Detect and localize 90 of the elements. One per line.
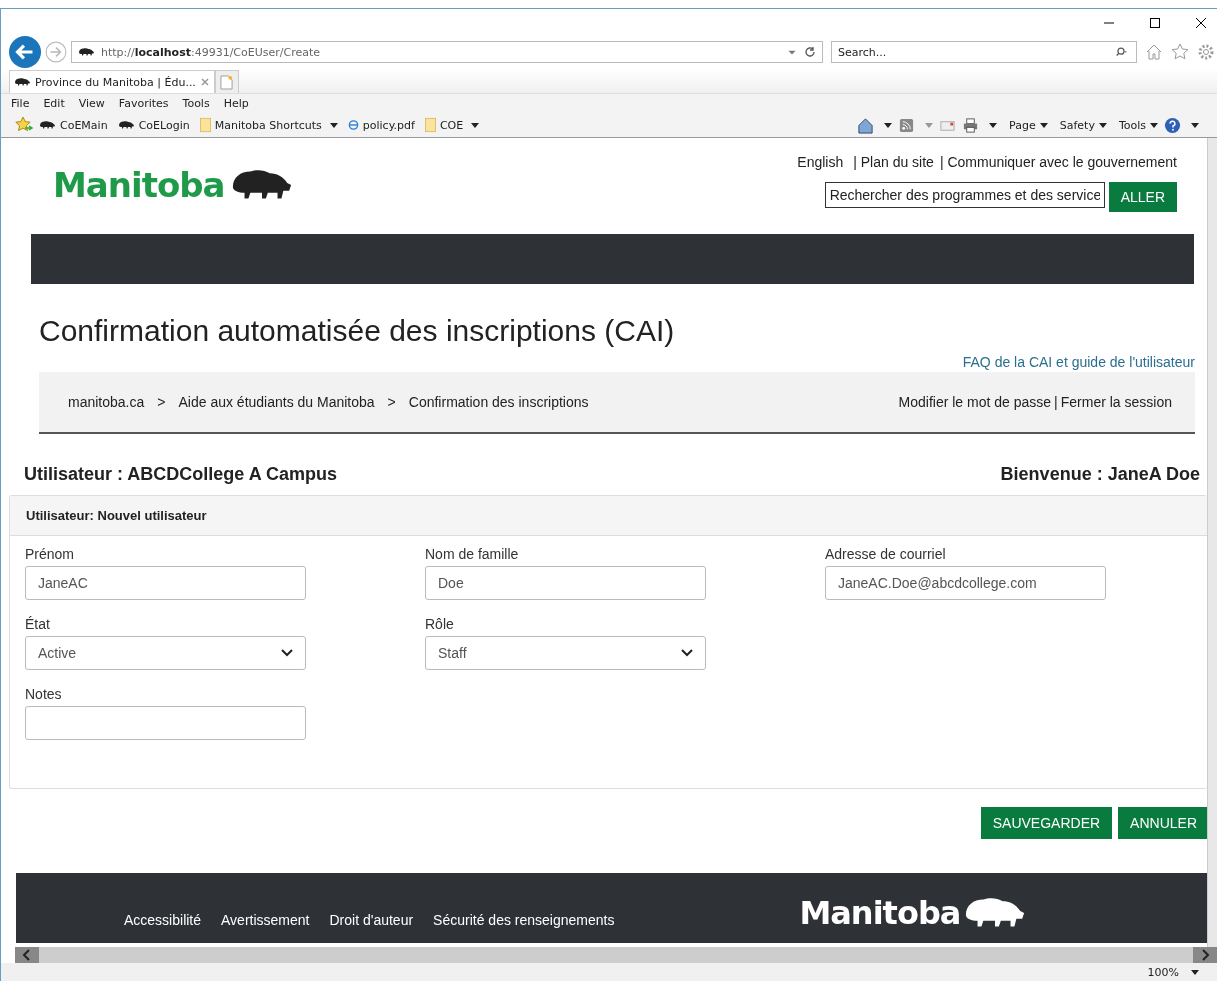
page-title: Confirmation automatisée des inscriptions (CAI) [39,314,676,348]
address-bar[interactable]: http://localhost:49931/CoEUser/Create [71,41,823,63]
page-icon [220,74,234,90]
welcome-label: Bienvenue : JaneA Doe [1000,464,1200,485]
command-menu[interactable]: Safety [1059,118,1107,132]
refresh-icon[interactable] [804,46,816,58]
go-button[interactable]: ALLER [1108,182,1177,212]
header-link[interactable]: | Plan du site [853,154,934,170]
scroll-left-icon[interactable] [15,947,39,963]
bison-icon [39,120,56,130]
field-label: Notes [25,686,63,702]
faq-link[interactable]: FAQ de la CAI et guide de l'utilisateur [962,354,1195,370]
folder-icon [424,117,436,133]
favorites-link[interactable]: CoELogin [117,118,190,132]
footer-link[interactable]: Droit d'auteur [329,888,414,928]
footer-link[interactable]: Accessibilité [124,888,202,928]
form-button[interactable]: SAUVEGARDER [980,807,1113,839]
breadcrumb-link[interactable]: Confirmation des inscriptions [408,394,589,410]
home-icon[interactable] [1145,43,1163,61]
dropdown-field[interactable]: Active [25,636,306,670]
caret-icon[interactable] [989,122,998,128]
text-field[interactable]: JaneAC.Doe@abcdcollege.com [825,566,1106,600]
header-link[interactable]: English [797,154,844,170]
command-menu[interactable]: Page [1009,118,1048,132]
scroll-right-icon[interactable] [1193,947,1217,963]
vertical-scrollbar[interactable] [1207,138,1217,947]
menu-item[interactable]: View [78,97,105,110]
menu-item[interactable]: Tools [182,97,210,110]
menu-item[interactable]: Edit [43,97,65,110]
footer-logo[interactable]: Manitoba [799,883,1029,933]
field-label: État [25,616,51,632]
bison-icon [14,77,31,87]
browser-tab[interactable]: Province du Manitoba | Édu... [9,70,215,93]
field-label: Prénom [25,546,76,562]
command-menu[interactable]: Tools [1118,118,1158,132]
feed-icon[interactable] [898,116,916,134]
user-label: Utilisateur : ABCDCollege A Campus [24,464,338,485]
field-label: Nom de famille [425,546,520,562]
breadcrumb-link[interactable]: manitoba.ca [68,394,145,410]
help-icon[interactable] [1164,116,1181,134]
folder-icon [199,117,211,133]
menu-item[interactable]: File [11,97,30,110]
menu-item[interactable]: Favorites [118,97,169,110]
footer-link[interactable]: Sécurité des renseignements [433,888,615,928]
breadcrumb-separator: > [157,394,166,410]
footer-link[interactable]: Avertissement [221,888,310,928]
panel-heading: Utilisateur: Nouvel utilisateur [10,496,1207,536]
close-icon[interactable] [1195,17,1207,29]
search-field[interactable]: Search... [831,41,1137,63]
breadcrumb-link[interactable]: Aide aux étudiants du Manitoba [178,394,375,410]
account-link[interactable]: Modifier le mot de passe [898,394,1052,410]
account-link[interactable]: Fermer la session [1060,394,1172,410]
caret-icon[interactable] [1191,122,1199,128]
zoom-level[interactable]: 100% [1147,965,1179,979]
link-separator: | [1054,394,1058,410]
settings-icon[interactable] [1197,43,1215,61]
caret-icon [1098,122,1107,128]
bison-icon [117,120,135,130]
star-icon[interactable] [1171,43,1189,61]
caret-icon[interactable] [884,122,893,128]
favorites-star-icon[interactable] [15,116,33,134]
home-icon[interactable] [857,116,875,134]
breadcrumb-separator: > [387,394,396,410]
form-button[interactable]: ANNULER [1118,807,1209,839]
back-icon[interactable] [9,36,41,68]
page-icon [347,117,359,133]
caret-icon [1039,122,1048,128]
chevron-icon [681,649,693,657]
dropdown-field[interactable]: Staff [425,636,706,670]
bison-icon [78,47,95,57]
tab-title: Province du Manitoba | Édu... [35,75,196,89]
caret-icon [1150,122,1158,128]
header-link[interactable]: | Communiquer avec le gouvernement [939,154,1177,170]
text-field[interactable] [25,706,306,740]
printer-icon[interactable] [962,116,980,134]
text-field[interactable]: Doe [425,566,706,600]
chevron-icon [281,649,293,657]
favorites-link[interactable]: COE [424,117,480,133]
manitoba-logo[interactable]: Manitoba [53,160,295,210]
field-label: Rôle [425,616,455,632]
field-label: Adresse de courriel [825,546,947,562]
favorites-link[interactable]: Manitoba Shortcuts [199,117,338,133]
text-field[interactable]: JaneAC [25,566,306,600]
favorites-link[interactable]: CoEMain [39,118,108,132]
caret-icon[interactable] [1191,969,1199,975]
search-icon[interactable] [1115,46,1127,58]
horizontal-scrollbar[interactable] [15,947,1217,963]
menu-item[interactable]: Help [223,97,249,110]
favorites-link[interactable]: policy.pdf [347,117,415,133]
maximize-icon[interactable] [1149,17,1161,29]
